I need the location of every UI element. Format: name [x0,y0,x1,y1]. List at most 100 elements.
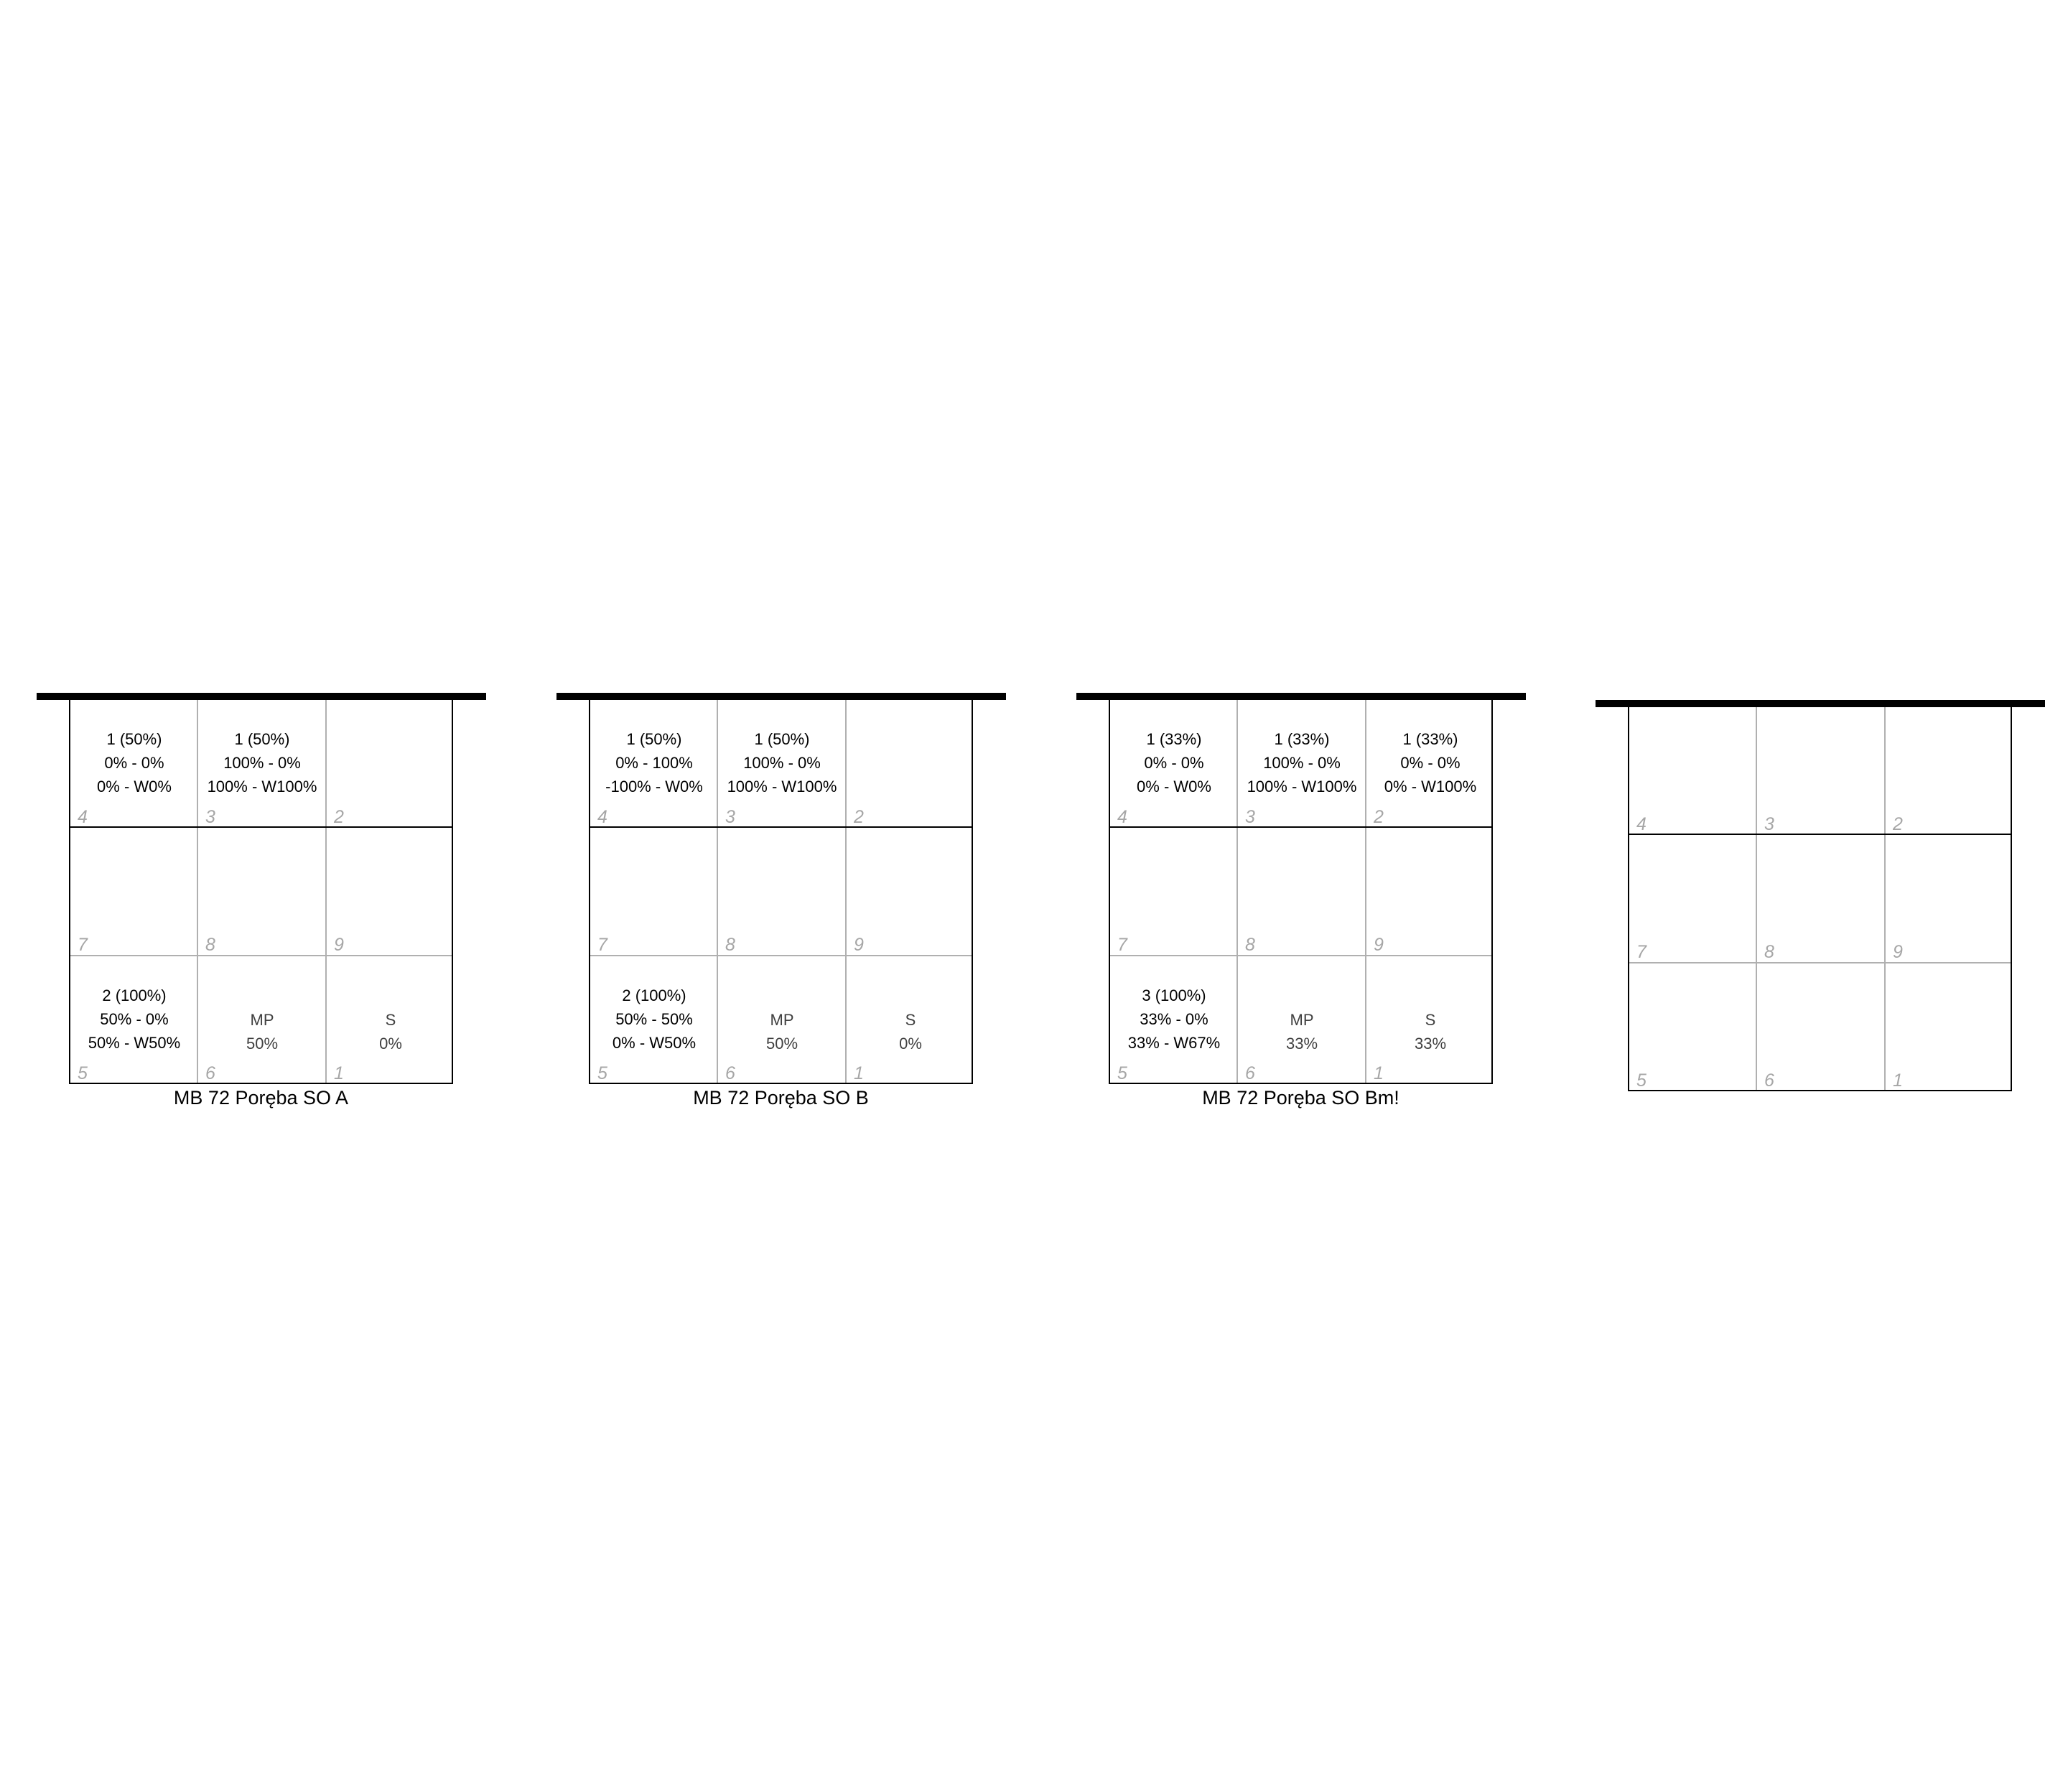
zone-7: 7 [590,828,718,956]
zone-summary-value: 0% [899,1035,922,1053]
zone-stat-efficiency [847,775,974,798]
zone-stat-efficiency: 0% - W0% [97,778,172,795]
court-title: MB 72 Poręba SO Bm! [1202,1087,1399,1109]
zone-number: 8 [1245,935,1255,955]
zone-6: MP 50% 6 [718,956,846,1084]
zone-2: 1 (33%) 0% - 0% 0% - W100% 2 [1366,700,1494,828]
court-grid: 1 (33%) 0% - 0% 0% - W0% 4 1 (33%) 100% … [1109,700,1493,1084]
zone-summary-value: 50% [765,1035,798,1053]
zone-7: 7 [70,828,198,956]
zone-number: 4 [1636,814,1647,834]
zone-8: 8 [198,828,326,956]
zone-stat-count: 1 (50%) [754,730,810,748]
zone-4: 1 (50%) 0% - 100% -100% - W0% 4 [590,700,718,828]
zone-summary-label: S [1425,1011,1436,1029]
zone-number: 8 [1764,942,1774,962]
zone-1: S 0% 1 [327,956,455,1084]
zone-stat-efficiency: 100% - W100% [207,778,317,795]
net-line [556,693,1006,700]
zone-stat-ratio: 50% - 50% [615,1010,693,1028]
zone-stat-efficiency: 0% - W0% [1137,778,1211,795]
zone-2: 2 [1886,707,2013,835]
zone-number: 1 [1374,1063,1384,1083]
zone-4: 1 (50%) 0% - 0% 0% - W0% 4 [70,700,198,828]
zone-stat-ratio: 0% - 0% [1400,754,1461,772]
zone-number: 9 [334,935,344,955]
zone-stat-count: 2 (100%) [102,986,167,1004]
zone-number: 4 [1117,807,1127,827]
court-diagram-a: 1 (50%) 0% - 0% 0% - W0% 4 1 (50%) 100% … [37,693,486,1124]
zone-stat-efficiency: 100% - W100% [727,778,837,795]
zone-summary-label: MP [1290,1011,1314,1029]
zone-number: 5 [1636,1070,1647,1091]
zone-number: 1 [1893,1070,1903,1091]
net-line [37,693,486,700]
zone-stat-count: 1 (33%) [1146,730,1202,748]
zone-5: 5 [1629,963,1757,1091]
zone-stat-count: 2 (100%) [622,986,686,1004]
zone-number: 3 [205,807,215,827]
zone-9: 9 [1886,835,2013,963]
zone-1: S 33% 1 [1366,956,1494,1084]
court-diagram-c: 1 (33%) 0% - 0% 0% - W0% 4 1 (33%) 100% … [1076,693,1526,1124]
zone-stat-ratio [847,751,974,775]
zone-summary-value: 33% [1285,1035,1318,1053]
zone-summary-value: 0% [379,1035,402,1053]
zone-7: 7 [1110,828,1238,956]
zone-3: 1 (50%) 100% - 0% 100% - W100% 3 [718,700,846,828]
zone-number: 5 [597,1063,607,1083]
zone-summary-label: MP [770,1011,794,1029]
zone-number: 6 [1764,1070,1774,1091]
zone-stat-efficiency: 50% - W50% [88,1034,181,1052]
zone-2: 2 [847,700,974,828]
zone-5: 3 (100%) 33% - 0% 33% - W67% 5 [1110,956,1238,1084]
zone-3: 3 [1757,707,1885,835]
zone-stat-count: 1 (50%) [234,730,290,748]
zone-number: 7 [78,935,88,955]
zone-stat-count: 1 (50%) [626,730,682,748]
court-title: MB 72 Poręba SO A [173,1087,349,1109]
zone-summary-value: 50% [246,1035,279,1053]
zone-summary-value: 33% [1414,1035,1447,1053]
zone-stat-efficiency: 100% - W100% [1247,778,1357,795]
court-diagram-d: 4 3 2 7 8 9 5 6 1 [1596,700,2045,1131]
zone-number: 7 [1636,942,1647,962]
zone-5: 2 (100%) 50% - 50% 0% - W50% 5 [590,956,718,1084]
zone-stat-count: 1 (33%) [1274,730,1330,748]
zone-number: 2 [1374,807,1384,827]
zone-9: 9 [847,828,974,956]
zone-number: 6 [205,1063,215,1083]
zone-8: 8 [1238,828,1366,956]
zone-stat-count: 1 (33%) [1402,730,1458,748]
zone-stat-ratio: 0% - 0% [104,754,164,772]
zone-number: 9 [1893,942,1903,962]
zone-number: 9 [854,935,864,955]
zone-number: 5 [1117,1063,1127,1083]
zone-number: 7 [597,935,607,955]
zone-5: 2 (100%) 50% - 0% 50% - W50% 5 [70,956,198,1084]
zone-stat-count [327,727,455,751]
zone-stat-efficiency: 0% - W50% [612,1034,697,1052]
zone-number: 3 [1245,807,1255,827]
zone-4: 1 (33%) 0% - 0% 0% - W0% 4 [1110,700,1238,828]
net-line [1076,693,1526,700]
zone-1: S 0% 1 [847,956,974,1084]
net-line [1596,700,2045,707]
zone-6: MP 50% 6 [198,956,326,1084]
zone-stat-ratio: 33% - 0% [1140,1010,1208,1028]
court-title: MB 72 Poręba SO B [693,1087,869,1109]
zone-number: 3 [1764,814,1774,834]
zone-4: 4 [1629,707,1757,835]
zone-stat-ratio [327,751,455,775]
zone-number: 2 [1893,814,1903,834]
zone-1: 1 [1886,963,2013,1091]
zone-6: 6 [1757,963,1885,1091]
zone-number: 5 [78,1063,88,1083]
zone-9: 9 [327,828,455,956]
zone-8: 8 [718,828,846,956]
zone-number: 6 [1245,1063,1255,1083]
court-diagram-b: 1 (50%) 0% - 100% -100% - W0% 4 1 (50%) … [556,693,1006,1124]
zone-stat-efficiency: 33% - W67% [1127,1034,1221,1052]
zone-stat-ratio: 0% - 100% [615,754,693,772]
zone-number: 8 [725,935,735,955]
